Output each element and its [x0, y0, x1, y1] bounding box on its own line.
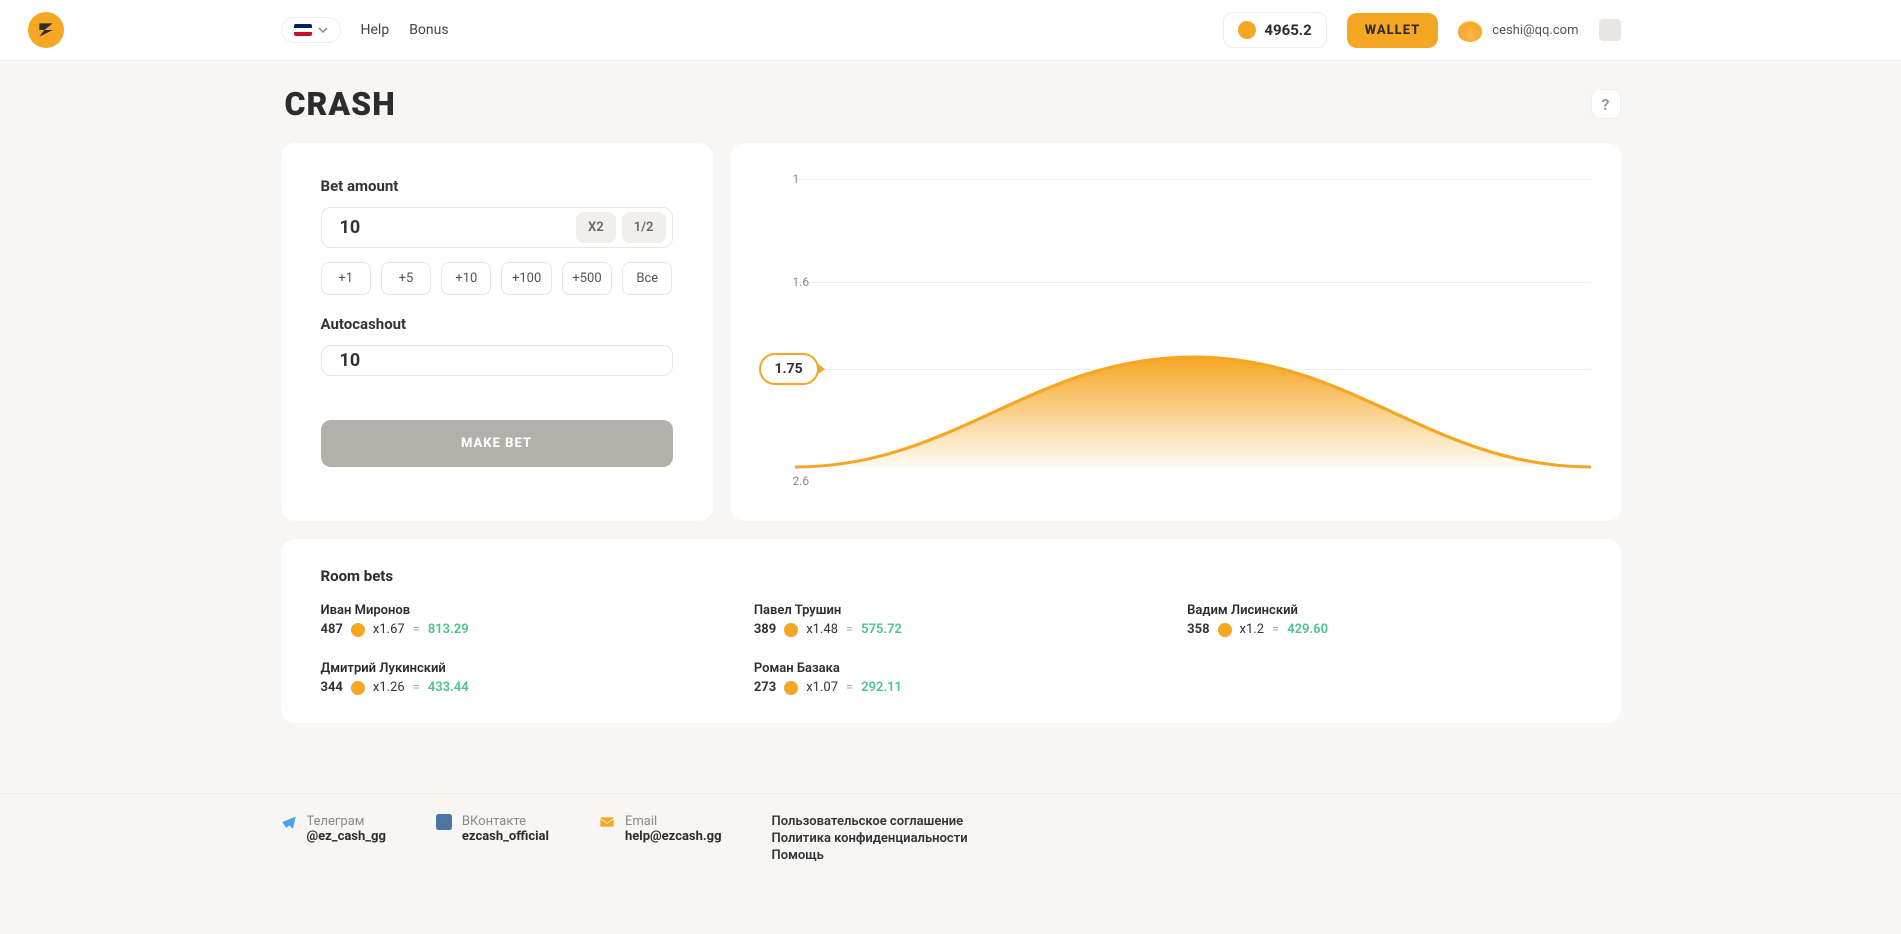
- telegram-icon: [281, 814, 297, 830]
- bet-win: 292.11: [861, 680, 902, 695]
- autocashout-input-row: [321, 345, 673, 376]
- room-bets-title: Room bets: [321, 567, 1581, 585]
- email-label: Email: [625, 814, 722, 829]
- equals-sign: =: [846, 622, 853, 637]
- grid-line: [795, 282, 1591, 283]
- bet-amount: 344: [321, 680, 343, 695]
- page-title: CRASH: [285, 85, 396, 123]
- bet-entry: Павел Трушин 389 x1.48 = 575.72: [754, 603, 1147, 637]
- vk-icon: [436, 814, 452, 830]
- bet-player-name: Дмитрий Лукинский: [321, 661, 714, 676]
- coin-icon: [351, 623, 365, 637]
- language-selector[interactable]: [281, 17, 341, 43]
- balance-value: 4965.2: [1264, 21, 1311, 39]
- bet-entry: Иван Миронов 487 x1.67 = 813.29: [321, 603, 714, 637]
- logo-icon: [36, 20, 56, 40]
- room-bets-panel: Room bets Иван Миронов 487 x1.67 = 813.29 Пав…: [281, 539, 1621, 723]
- bet-amount-input-row: X2 1/2: [321, 207, 673, 248]
- bet-amount-input[interactable]: [340, 217, 571, 238]
- bet-entry: Вадим Лисинский 358 x1.2 = 429.60: [1187, 603, 1580, 637]
- coin-icon: [1218, 623, 1232, 637]
- help-button[interactable]: ?: [1591, 89, 1621, 119]
- telegram-label: Телеграм: [307, 814, 386, 829]
- footer-links: Пользовательское соглашение Политика кон…: [772, 814, 968, 863]
- fire-icon: [1458, 18, 1482, 42]
- quick-plus100[interactable]: +100: [501, 262, 551, 295]
- bet-multiplier: x1.2: [1240, 622, 1265, 637]
- bet-player-name: Павел Трушин: [754, 603, 1147, 618]
- quick-plus500[interactable]: +500: [562, 262, 612, 295]
- bet-multiplier: x1.26: [373, 680, 405, 695]
- half-button[interactable]: 1/2: [622, 212, 666, 243]
- quick-plus1[interactable]: +1: [321, 262, 371, 295]
- footer-vk[interactable]: ВКонтактеezcash_official: [436, 814, 549, 863]
- y-tick-1: 1: [793, 172, 800, 186]
- quick-plus5[interactable]: +5: [381, 262, 431, 295]
- bet-player-name: Роман Базака: [754, 661, 1147, 676]
- bet-multiplier: x1.48: [806, 622, 838, 637]
- bet-amount-label: Bet amount: [321, 177, 673, 195]
- footer-link-terms[interactable]: Пользовательское соглашение: [772, 814, 968, 829]
- x2-button[interactable]: X2: [576, 212, 616, 243]
- coin-icon: [351, 681, 365, 695]
- bet-win: 429.60: [1287, 622, 1328, 637]
- balance-display: 4965.2: [1223, 12, 1326, 48]
- crash-chart: 1 1.6 1.75 2.6: [731, 143, 1621, 521]
- bet-amount: 273: [754, 680, 776, 695]
- make-bet-button[interactable]: MAKE BET: [321, 420, 673, 467]
- equals-sign: =: [1272, 622, 1279, 637]
- footer-link-help[interactable]: Помощь: [772, 848, 968, 863]
- footer: Телеграм@ez_cash_gg ВКонтактеezcash_offi…: [0, 793, 1901, 883]
- equals-sign: =: [846, 680, 853, 695]
- bet-win: 575.72: [861, 622, 902, 637]
- autocashout-label: Autocashout: [321, 315, 673, 333]
- telegram-value: @ez_cash_gg: [307, 829, 386, 844]
- quick-bet-row: +1 +5 +10 +100 +500 Все: [321, 262, 673, 295]
- equals-sign: =: [413, 622, 420, 637]
- quick-all[interactable]: Все: [622, 262, 672, 295]
- bet-multiplier: x1.07: [806, 680, 838, 695]
- user-menu[interactable]: ceshi@qq.com: [1458, 18, 1578, 42]
- crash-curve: [795, 337, 1591, 477]
- coin-icon: [784, 623, 798, 637]
- email-icon: [599, 814, 615, 830]
- bet-player-name: Вадим Лисинский: [1187, 603, 1580, 618]
- coin-icon: [1238, 21, 1256, 39]
- footer-email[interactable]: Emailhelp@ezcash.gg: [599, 814, 722, 863]
- bet-entry: Дмитрий Лукинский 344 x1.26 = 433.44: [321, 661, 714, 695]
- footer-link-privacy[interactable]: Политика конфиденциальности: [772, 831, 968, 846]
- bet-win: 433.44: [428, 680, 469, 695]
- equals-sign: =: [413, 680, 420, 695]
- header: Help Bonus 4965.2 WALLET ceshi@qq.com: [0, 0, 1901, 61]
- grid-line: [795, 179, 1591, 180]
- bet-win: 813.29: [428, 622, 469, 637]
- vk-label: ВКонтакте: [462, 814, 549, 829]
- bet-amount: 487: [321, 622, 343, 637]
- bet-multiplier: x1.67: [373, 622, 405, 637]
- email-value: help@ezcash.gg: [625, 829, 722, 844]
- nav-help[interactable]: Help: [361, 22, 390, 38]
- chevron-down-icon: [318, 27, 328, 33]
- coin-icon: [784, 681, 798, 695]
- inbox-icon[interactable]: [1599, 19, 1621, 41]
- quick-plus10[interactable]: +10: [441, 262, 491, 295]
- wallet-button[interactable]: WALLET: [1347, 13, 1439, 48]
- y-tick-2: 1.6: [793, 275, 810, 289]
- bet-amount: 389: [754, 622, 776, 637]
- user-email: ceshi@qq.com: [1492, 23, 1578, 38]
- bet-player-name: Иван Миронов: [321, 603, 714, 618]
- vk-value: ezcash_official: [462, 829, 549, 844]
- site-logo[interactable]: [28, 12, 64, 48]
- autocashout-input[interactable]: [340, 350, 666, 371]
- bet-amount: 358: [1187, 622, 1209, 637]
- nav-bonus[interactable]: Bonus: [409, 22, 448, 38]
- flag-icon: [294, 24, 312, 36]
- footer-telegram[interactable]: Телеграм@ez_cash_gg: [281, 814, 386, 863]
- bet-entry: Роман Базака 273 x1.07 = 292.11: [754, 661, 1147, 695]
- bet-panel: Bet amount X2 1/2 +1 +5 +10 +100 +500 Вс…: [281, 143, 713, 521]
